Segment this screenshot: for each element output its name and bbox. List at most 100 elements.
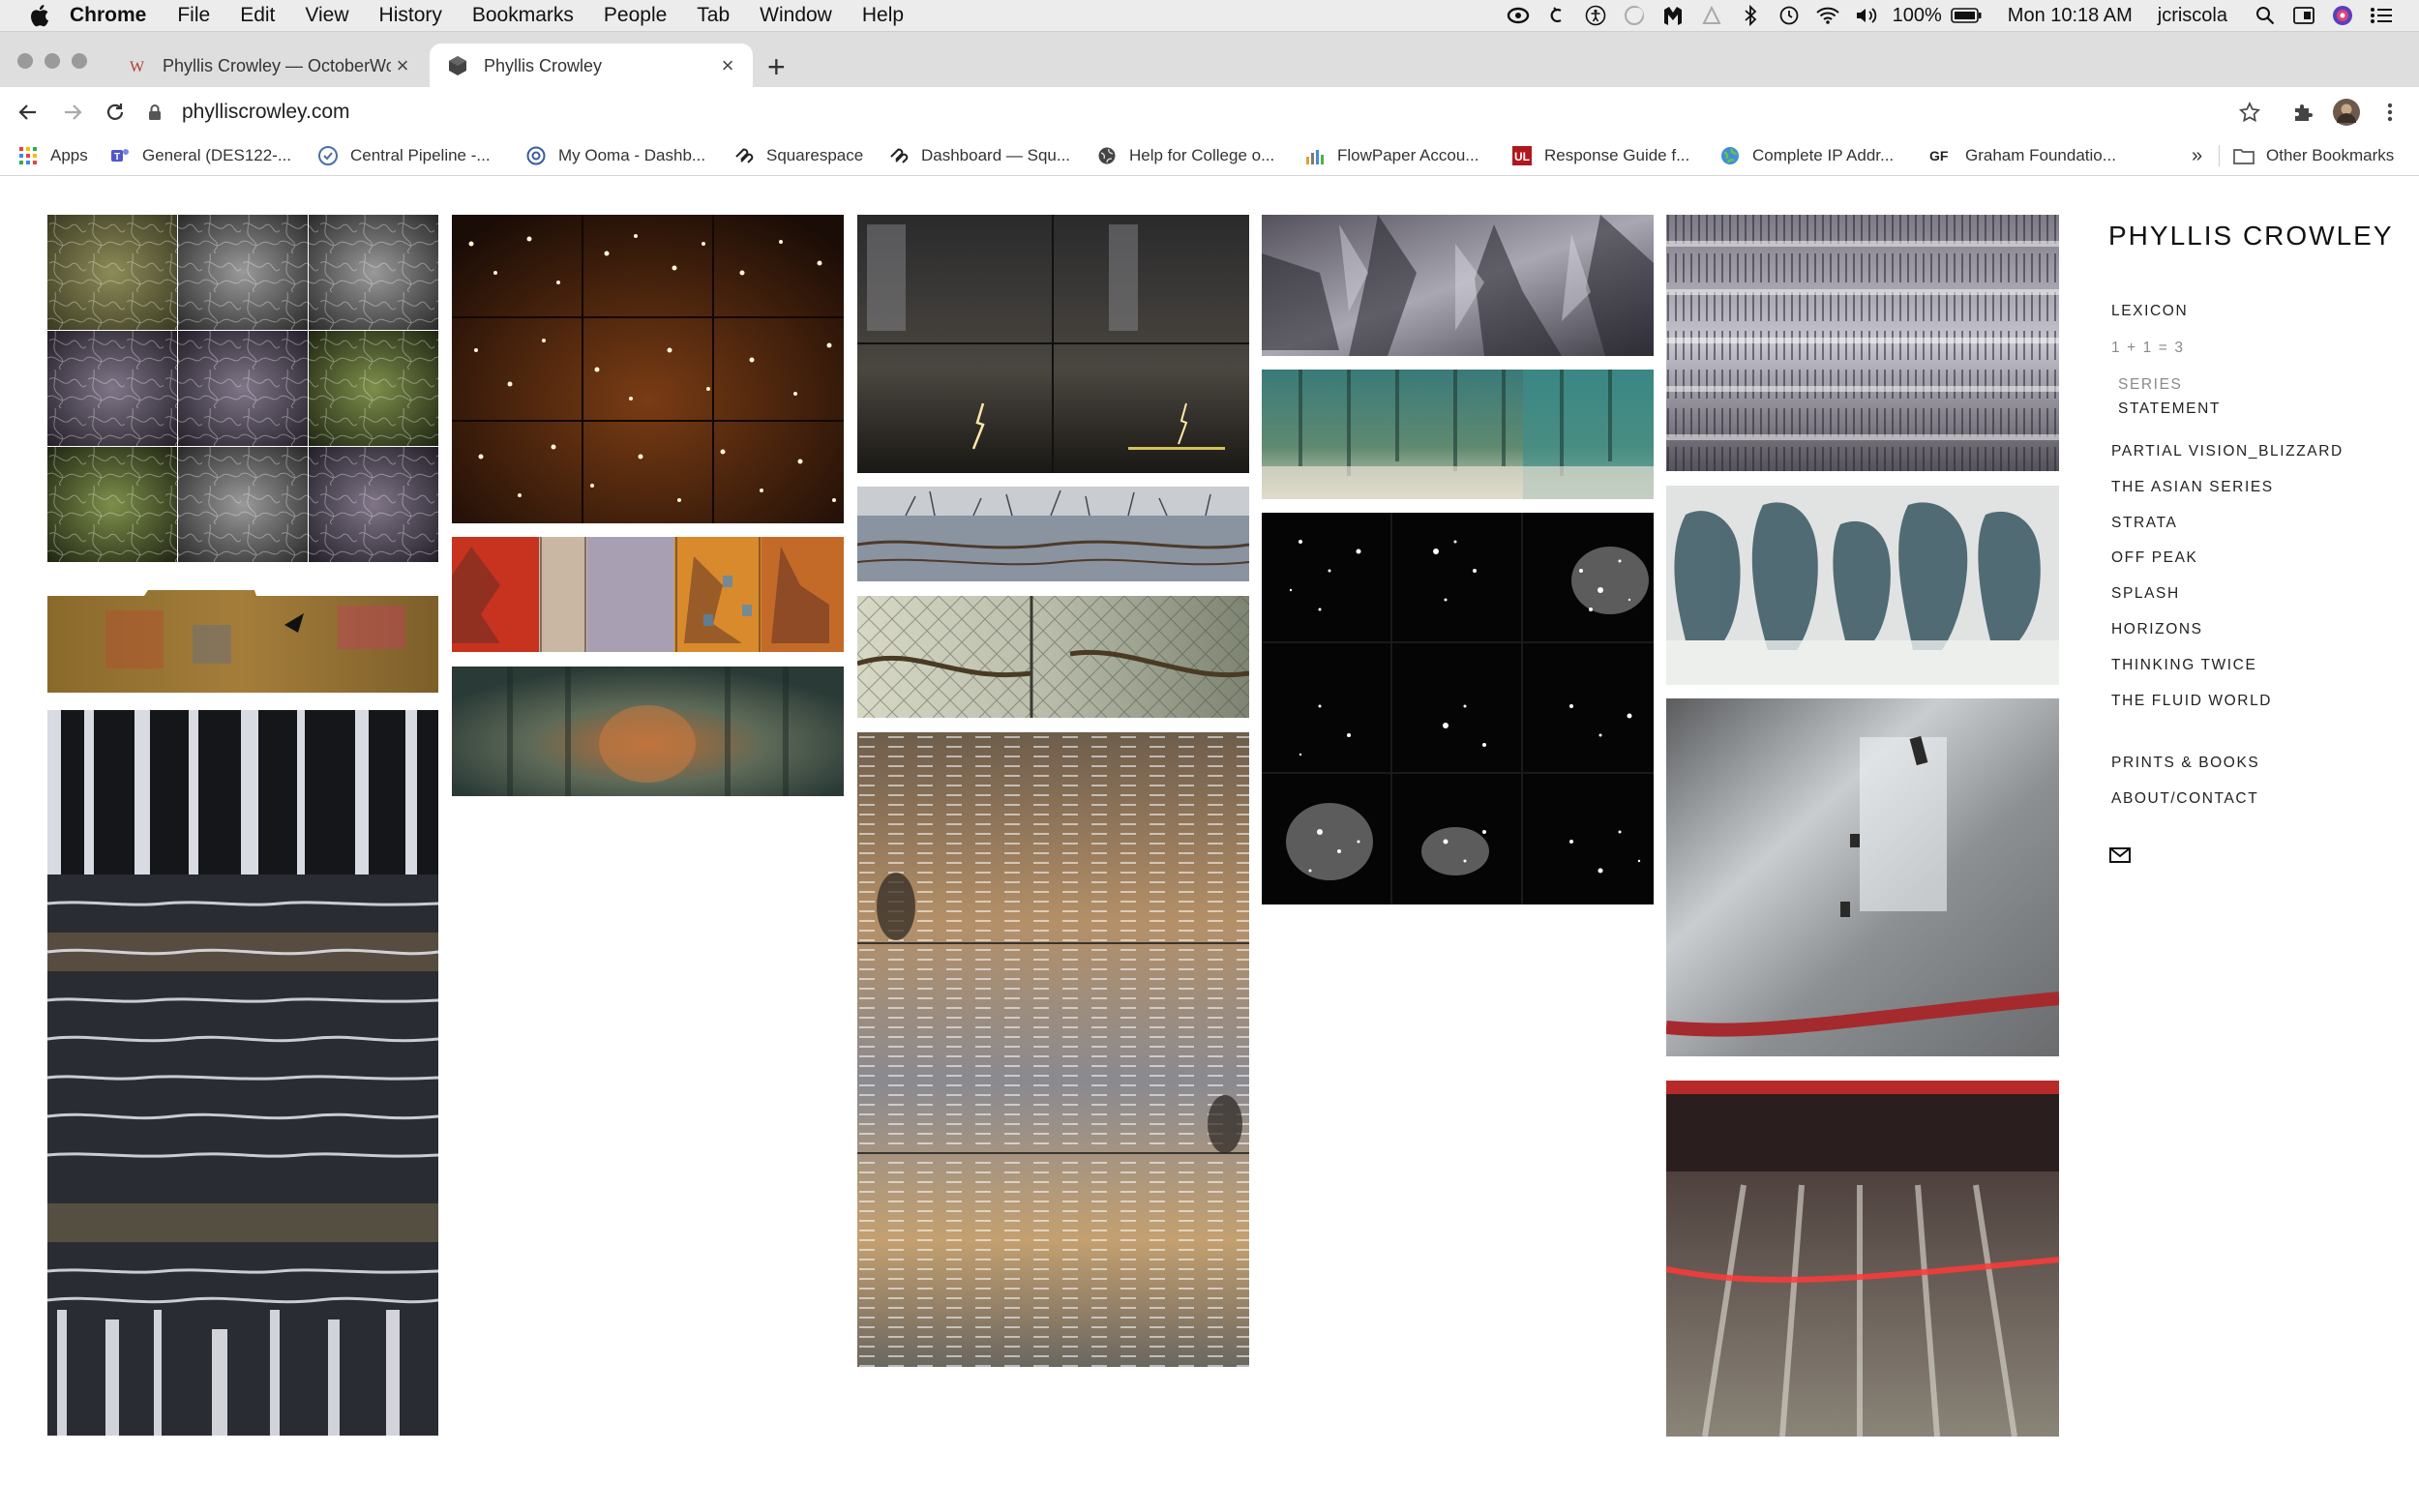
flowpaper-icon	[1304, 145, 1326, 166]
gallery-thumbnail-night-lights[interactable]	[452, 215, 844, 523]
menubar-status-area: 100% Mon 10:18 AM jcriscola	[1506, 0, 2419, 31]
menu-view[interactable]: View	[305, 4, 348, 27]
gallery-thumbnail-mirrored-reflection[interactable]	[452, 667, 844, 796]
menu-help[interactable]: Help	[862, 4, 904, 27]
volume-icon[interactable]	[1854, 3, 1879, 28]
bookmark-label: Response Guide f...	[1544, 146, 1690, 164]
gallery-thumbnail-willow-trees[interactable]	[1666, 486, 2059, 685]
bookmark-squarespace[interactable]: Squarespace	[733, 145, 863, 166]
accessibility-icon[interactable]	[1583, 3, 1608, 28]
gallery-thumbnail-frost-branches[interactable]	[857, 487, 1249, 581]
bookmark-general-des122[interactable]: T General (DES122-...	[109, 145, 291, 166]
malwarebytes-icon[interactable]	[1660, 3, 1686, 28]
tab-phyllis-crowley[interactable]: Phyllis Crowley ×	[430, 44, 753, 88]
extensions-puzzle-icon[interactable]	[2288, 98, 2317, 127]
spotlight-search-icon[interactable]	[2253, 3, 2278, 28]
menu-tab[interactable]: Tab	[697, 4, 730, 27]
nav-asian-series[interactable]: THE ASIAN SERIES	[2111, 479, 2274, 496]
url-text[interactable]: phylliscrowley.com	[182, 101, 350, 124]
bookmark-my-ooma[interactable]: My Ooma - Dashb...	[525, 145, 705, 166]
window-minimize-button[interactable]	[45, 53, 60, 69]
globe-icon	[1096, 145, 1118, 166]
menu-people[interactable]: People	[604, 4, 667, 27]
nav-one-plus-one[interactable]: 1 + 1 = 3	[2111, 340, 2185, 357]
bookmark-response-guide[interactable]: UL Response Guide f...	[1511, 145, 1689, 166]
apps-grid-icon	[17, 145, 39, 166]
address-bar[interactable]: phylliscrowley.com	[145, 94, 2240, 131]
gallery-thumbnail-splash-particles[interactable]	[1262, 513, 1654, 904]
gallery-thumbnail-pier-reflections[interactable]	[47, 710, 438, 1436]
tab-title: Phyllis Crowley	[484, 55, 603, 75]
bookmark-central-pipeline[interactable]: Central Pipeline -...	[317, 145, 491, 166]
app-menu-chrome[interactable]: Chrome	[70, 4, 146, 27]
crescent-icon[interactable]	[1622, 3, 1647, 28]
notification-center-icon[interactable]	[2369, 3, 2394, 28]
nav-strata[interactable]: STRATA	[2111, 515, 2177, 532]
battery-icon[interactable]	[1950, 3, 1983, 28]
menu-edit[interactable]: Edit	[240, 4, 275, 27]
nav-statement[interactable]: STATEMENT	[2118, 400, 2221, 418]
apple-icon[interactable]	[27, 3, 50, 28]
menubar-clock[interactable]: Mon 10:18 AM	[2008, 5, 2133, 27]
bookmark-dashboard-squarespace[interactable]: Dashboard — Squ...	[888, 145, 1070, 166]
profile-avatar[interactable]	[2332, 98, 2361, 127]
gallery-thumbnail-green-trees[interactable]	[1262, 370, 1654, 499]
nav-thinking-twice[interactable]: THINKING TWICE	[2111, 657, 2256, 674]
new-tab-icon[interactable]: +	[767, 51, 786, 82]
nav-about-contact[interactable]: ABOUT/CONTACT	[2111, 790, 2258, 808]
gallery-thumbnail-lightning-grid[interactable]	[857, 215, 1249, 473]
nav-partial-vision-blizzard[interactable]: PARTIAL VISION_BLIZZARD	[2111, 443, 2344, 460]
menu-file[interactable]: File	[177, 4, 210, 27]
nav-splash[interactable]: SPLASH	[2111, 585, 2180, 603]
mail-icon[interactable]	[2109, 847, 2131, 863]
gallery-thumbnail-crumpled-plastic[interactable]	[1262, 215, 1654, 356]
tab-octoberworks[interactable]: W Phyllis Crowley — OctoberWor ×	[108, 44, 428, 88]
bookmark-label: Other Bookmarks	[2266, 146, 2395, 164]
back-arrow-icon[interactable]	[14, 98, 43, 127]
siri-icon[interactable]	[2330, 3, 2355, 28]
tab-close-icon[interactable]: ×	[716, 53, 739, 77]
gallery-thumbnail-chainlink-fence[interactable]	[857, 596, 1249, 718]
bookmark-help-for-college[interactable]: Help for College o...	[1096, 145, 1274, 166]
gf-icon: GF	[1928, 145, 1954, 166]
bookmark-other-bookmarks[interactable]: Other Bookmarks	[2219, 145, 2394, 166]
gallery-thumbnail-light-streaks[interactable]	[857, 732, 1249, 1367]
tab-close-icon[interactable]: ×	[391, 53, 414, 77]
gallery-thumbnail-torn-collage[interactable]	[47, 577, 438, 695]
forward-arrow-icon[interactable]	[58, 98, 87, 127]
bookmarks-overflow-chevron[interactable]: »	[2192, 145, 2202, 167]
ooma-icon	[525, 145, 547, 166]
backup-icon[interactable]	[1699, 3, 1724, 28]
nav-lexicon[interactable]: LEXICON	[2111, 303, 2188, 320]
window-close-button[interactable]	[17, 53, 33, 69]
nav-off-peak[interactable]: OFF PEAK	[2111, 549, 2197, 567]
bookmark-graham-foundation[interactable]: GF Graham Foundatio...	[1928, 145, 2116, 166]
time-machine-icon[interactable]	[1777, 3, 1802, 28]
bluetooth-icon[interactable]	[1738, 3, 1763, 28]
menubar-user[interactable]: jcriscola	[2158, 5, 2227, 27]
menu-window[interactable]: Window	[760, 4, 832, 27]
bookmark-label: Graham Foundatio...	[1965, 146, 2116, 164]
gallery-thumbnail-shadow-panels[interactable]	[452, 537, 844, 652]
bookmark-complete-ip[interactable]: Complete IP Addr...	[1719, 145, 1894, 166]
bookmark-flowpaper[interactable]: FlowPaper Accou...	[1304, 145, 1478, 166]
svg-text:T: T	[114, 152, 120, 163]
nav-prints-books[interactable]: PRINTS & BOOKS	[2111, 755, 2259, 772]
nav-horizons[interactable]: HORIZONS	[2111, 621, 2203, 638]
cc-icon[interactable]	[1544, 3, 1569, 28]
window-zoom-button[interactable]	[72, 53, 87, 69]
wifi-icon[interactable]	[1815, 3, 1840, 28]
gallery-thumbnail-metal-interior[interactable]	[1666, 698, 2059, 1437]
screen-capture-icon[interactable]	[2291, 3, 2316, 28]
gallery-thumbnail-vertical-reflections[interactable]	[1666, 215, 2059, 471]
chrome-menu-icon[interactable]	[2375, 98, 2404, 127]
reload-icon[interactable]	[101, 98, 130, 127]
bookmark-star-icon[interactable]	[2235, 98, 2264, 127]
nav-fluid-world[interactable]: THE FLUID WORLD	[2111, 693, 2272, 710]
bookmark-apps[interactable]: Apps	[17, 145, 88, 166]
site-title[interactable]: PHYLLIS CROWLEY	[2108, 221, 2394, 252]
creative-cloud-icon[interactable]	[1506, 3, 1531, 28]
gallery-thumbnail-lexicon-grid[interactable]	[47, 215, 438, 562]
menu-bookmarks[interactable]: Bookmarks	[472, 4, 574, 27]
menu-history[interactable]: History	[379, 4, 442, 27]
